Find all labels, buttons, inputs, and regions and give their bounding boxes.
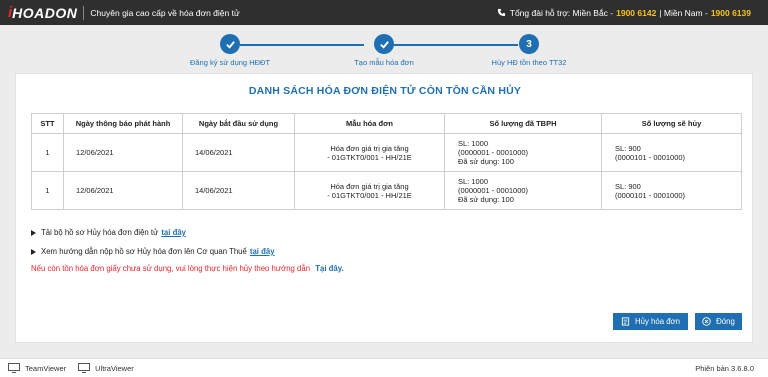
cell-stt: 1 (31, 133, 64, 172)
column-header: Số lượng đã TBPH (444, 113, 602, 134)
cancel-invoice-label: Hủy hóa đơn (635, 317, 680, 326)
progress-steps: Đăng ký sử dụng HĐĐT Tạo mẫu hóa đơn 3 H… (0, 25, 768, 73)
cancel-line: SL: 900 (615, 181, 641, 191)
invoice-table: STT Ngày thông báo phát hành Ngày bắt đầ… (31, 113, 742, 210)
download-dossier-link[interactable]: tại đây (161, 228, 186, 237)
paper-invoice-warning: Nếu còn tồn hóa đơn giấy chưa sử dụng, v… (31, 264, 344, 273)
cell-tbph: SL: 1000 (0000001 - 0001000) Đã sử dụng:… (444, 133, 602, 172)
support-phone-south[interactable]: 1900 6139 (711, 8, 751, 18)
template-line: Hóa đơn giá trị gia tăng (330, 181, 409, 191)
table-row[interactable]: 1 12/06/2021 14/06/2021 Hóa đơn giá trị … (31, 171, 742, 210)
download-dossier-row: Tải bộ hồ sơ Hủy hóa đơn điện tử tại đây (31, 227, 275, 238)
close-label: Đóng (716, 317, 735, 326)
warning-link[interactable]: Tại đây. (315, 264, 343, 273)
tbph-line: Đã sử dụng: 100 (458, 157, 514, 166)
support-separator: | Miền Nam - (659, 7, 708, 18)
step-3-label: Hủy HĐ tồn theo TT32 (491, 58, 567, 67)
step-3-number: 3 (519, 34, 539, 54)
cancel-invoice-button[interactable]: Hủy hóa đơn (613, 313, 688, 330)
download-dossier-text: Tải bộ hồ sơ Hủy hóa đơn điện tử (41, 228, 159, 237)
step-3[interactable]: 3 Hủy HĐ tồn theo TT32 (484, 34, 574, 67)
cell-template: Hóa đơn giá trị gia tăng - 01GTKT0/001 -… (294, 171, 445, 210)
version-text: Phiên bản 3.6.8.0 (695, 364, 754, 373)
table-header-row: STT Ngày thông báo phát hành Ngày bắt đầ… (31, 113, 742, 134)
column-header: Số lượng sẽ hủy (601, 113, 742, 134)
column-header: STT (31, 113, 64, 134)
column-header: Ngày bắt đầu sử dụng (182, 113, 295, 134)
invoice-panel: DANH SÁCH HÓA ĐƠN ĐIỆN TỬ CÒN TỒN CẦN HỦ… (15, 73, 753, 343)
close-button[interactable]: Đóng (695, 313, 742, 330)
column-header: Mẫu hóa đơn (294, 113, 445, 134)
document-icon (621, 317, 630, 326)
cell-stt: 1 (31, 171, 64, 210)
submission-guide-text: Xem hướng dẫn nộp hồ sơ Hủy hóa đơn lên … (41, 247, 247, 256)
check-icon (220, 34, 240, 54)
template-line: - 01GTKT0/001 - HH/21E (327, 190, 412, 200)
help-links: Tải bộ hồ sơ Hủy hóa đơn điện tử tại đây… (31, 227, 275, 265)
tbph-line: (0000001 - 0001000) (458, 148, 529, 157)
tagline: Chuyên gia cao cấp về hóa đơn điện tử (90, 7, 240, 18)
teamviewer-icon (8, 363, 20, 373)
page-title: DANH SÁCH HÓA ĐƠN ĐIỆN TỬ CÒN TỒN CẦN HỦ… (248, 85, 522, 97)
warning-text: Nếu còn tồn hóa đơn giấy chưa sử dụng, v… (31, 264, 311, 273)
logo[interactable]: i HOADON (8, 0, 77, 25)
top-bar: i HOADON Chuyên gia cao cấp về hóa đơn đ… (0, 0, 768, 25)
cell-notice-date: 12/06/2021 (63, 133, 183, 172)
tbph-line: (0000001 - 0001000) (458, 186, 529, 195)
caret-right-icon (31, 248, 36, 255)
cell-cancel: SL: 900 (0000101 - 0001000) (601, 133, 742, 172)
cell-start-date: 14/06/2021 (182, 133, 295, 172)
column-header: Ngày thông báo phát hành (63, 113, 183, 134)
cell-notice-date: 12/06/2021 (63, 171, 183, 210)
cell-tbph: SL: 1000 (0000001 - 0001000) Đã sử dụng:… (444, 171, 602, 210)
logo-text: HOADON (12, 4, 78, 21)
footer: TeamViewer UltraViewer Phiên bản 3.6.8.0 (0, 358, 768, 377)
step-2-label: Tạo mẫu hóa đơn (354, 58, 414, 67)
step-1-label: Đăng ký sử dụng HĐĐT (189, 58, 271, 67)
cell-template: Hóa đơn giá trị gia tăng - 01GTKT0/001 -… (294, 133, 445, 172)
submission-guide-link[interactable]: tại đây (250, 247, 275, 256)
ultraviewer-link[interactable]: UltraViewer (78, 363, 134, 373)
tbph-line: Đã sử dụng: 100 (458, 195, 514, 204)
template-line: Hóa đơn giá trị gia tăng (330, 143, 409, 153)
step-1[interactable]: Đăng ký sử dụng HĐĐT (179, 34, 281, 67)
tbph-line: SL: 1000 (458, 139, 489, 148)
close-icon (702, 317, 711, 326)
ultraviewer-icon (78, 363, 91, 373)
cancel-line: (0000101 - 0001000) (615, 190, 686, 200)
template-line: - 01GTKT0/001 - HH/21E (327, 152, 412, 162)
check-icon (374, 34, 394, 54)
cell-cancel: SL: 900 (0000101 - 0001000) (601, 171, 742, 210)
step-2[interactable]: Tạo mẫu hóa đơn (339, 34, 429, 67)
support-phone-north[interactable]: 1900 6142 (616, 8, 656, 18)
cell-start-date: 14/06/2021 (182, 171, 295, 210)
phone-icon (497, 8, 505, 17)
cancel-line: (0000101 - 0001000) (615, 152, 686, 162)
caret-right-icon (31, 229, 36, 236)
teamviewer-link[interactable]: TeamViewer (8, 363, 66, 373)
submission-guide-row: Xem hướng dẫn nộp hồ sơ Hủy hóa đơn lên … (31, 246, 275, 257)
support-label: Tổng đài hỗ trợ: Miền Bắc - (509, 7, 614, 18)
ultraviewer-label: UltraViewer (95, 363, 134, 373)
cancel-line: SL: 900 (615, 143, 641, 153)
teamviewer-label: TeamViewer (25, 363, 67, 373)
logo-divider (83, 5, 85, 20)
tbph-line: SL: 1000 (458, 177, 489, 186)
table-row[interactable]: 1 12/06/2021 14/06/2021 Hóa đơn giá trị … (31, 133, 742, 172)
support-hotline: Tổng đài hỗ trợ: Miền Bắc - 1900 6142 | … (497, 0, 754, 25)
